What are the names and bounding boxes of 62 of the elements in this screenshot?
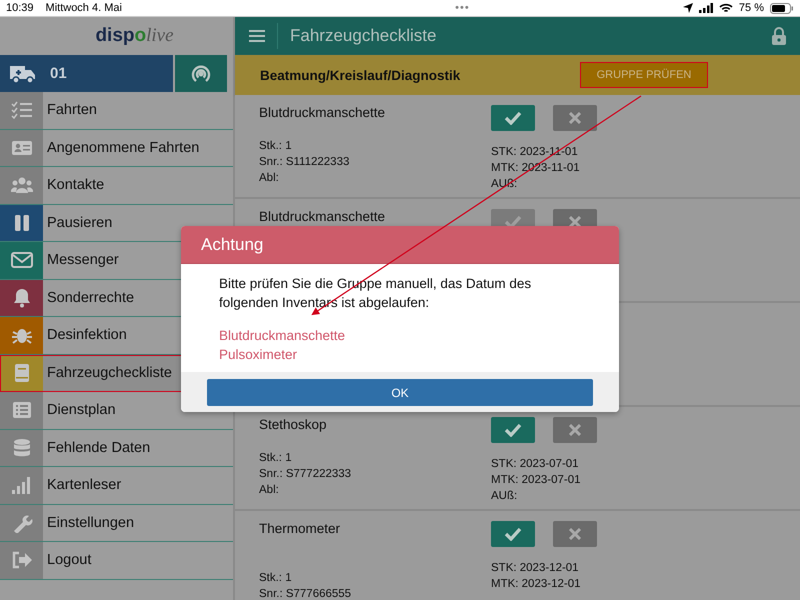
status-date: Mittwoch 4. Mai	[46, 2, 122, 14]
multitasking-dots: •••	[454, 2, 470, 14]
checklist-icon	[10, 100, 32, 120]
lock-icon[interactable]	[772, 27, 786, 45]
item-name: Stethoskop	[259, 417, 328, 432]
item-name: Thermometer	[259, 521, 342, 536]
item-name: Blutdruckmanschette	[259, 105, 386, 120]
broadcast-button[interactable]	[175, 55, 227, 92]
menu-item[interactable]: Fahrten	[0, 92, 233, 130]
signal-bars-icon	[10, 475, 32, 496]
envelope-icon	[10, 250, 32, 270]
reject-button[interactable]	[553, 521, 597, 547]
item-detail: Stk.: 1	[259, 139, 293, 154]
item-detail: Snr.: S777666555	[259, 587, 352, 600]
item-detail: Abl:	[259, 483, 280, 498]
item-detail: Stk.: 1	[259, 571, 293, 586]
users-icon	[10, 175, 32, 196]
menu-item[interactable]: Einstellungen	[0, 504, 233, 542]
logo: dispolive	[94, 25, 174, 47]
battery-percent: 75 %	[738, 2, 764, 14]
check-icon	[504, 111, 522, 125]
close-icon	[569, 528, 581, 540]
menu-item[interactable]: Fehlende Daten	[0, 430, 233, 467]
menu-item[interactable]: Angenommene Fahrten	[0, 130, 233, 167]
item-detail: AUß:	[491, 489, 518, 504]
check-icon	[504, 423, 522, 437]
ok-button[interactable]: OK	[207, 379, 593, 406]
broadcast-icon	[190, 62, 212, 84]
group-title: Beatmung/Kreislauf/Diagnostik	[260, 68, 462, 82]
item-detail: STK: 2023-12-01	[491, 561, 580, 576]
menu-item[interactable]: Kontakte	[0, 167, 233, 204]
check-icon	[504, 215, 522, 229]
menu-item[interactable]: Kartenleser	[0, 467, 233, 504]
signal-icon	[698, 3, 713, 13]
location-icon	[682, 3, 693, 13]
item-detail: MTK: 2023-07-01	[491, 473, 582, 488]
battery-icon	[770, 2, 794, 14]
menu-item[interactable]: Logout	[0, 542, 233, 580]
check-icon	[504, 527, 522, 541]
vehicle-button[interactable]: 01	[0, 55, 173, 92]
reject-button[interactable]	[553, 105, 597, 131]
ambulance-icon	[10, 64, 36, 84]
menu-icon[interactable]	[249, 30, 265, 42]
confirm-button[interactable]	[491, 105, 535, 131]
close-icon	[569, 112, 581, 124]
confirm-button[interactable]	[491, 521, 535, 547]
item-detail: Snr.: S111222333	[259, 155, 350, 170]
item-detail: Snr.: S777222333	[259, 467, 352, 482]
item-detail: Abl:	[259, 171, 280, 186]
status-time: 10:39	[6, 2, 34, 14]
confirm-button[interactable]	[491, 417, 535, 443]
list-icon	[10, 400, 32, 420]
wifi-icon	[718, 3, 733, 13]
item-name: Blutdruckmanschette	[259, 209, 386, 224]
close-icon	[569, 424, 581, 436]
logout-icon	[10, 550, 32, 570]
item-detail: STK: 2023-07-01	[491, 457, 580, 472]
page-title: Fahrzeugcheckliste	[290, 26, 436, 46]
reject-button[interactable]	[553, 417, 597, 443]
item-detail: MTK: 2023-12-01	[491, 577, 582, 592]
close-icon	[569, 216, 581, 228]
item-detail: Stk.: 1	[259, 451, 293, 466]
